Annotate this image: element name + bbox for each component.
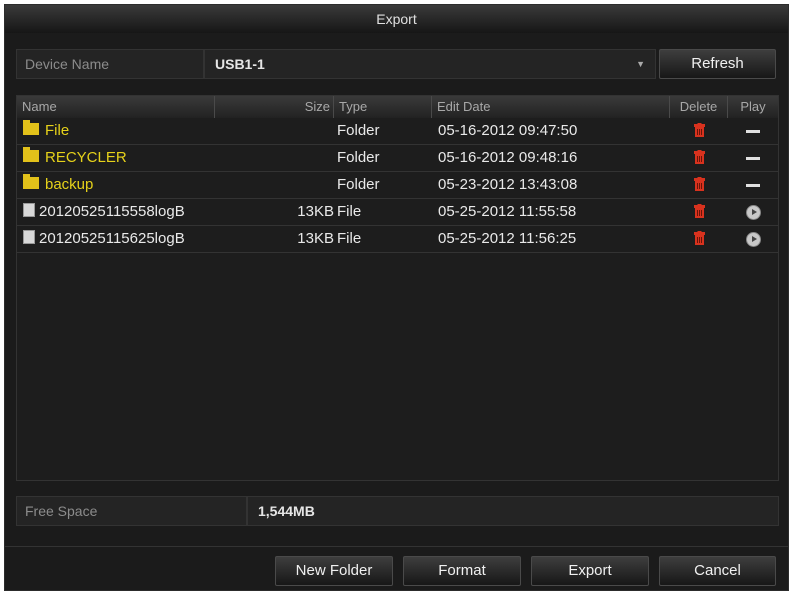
column-header-edit-date[interactable]: Edit Date xyxy=(432,96,670,118)
row-edit-date: 05-16-2012 09:48:16 xyxy=(438,149,578,166)
column-header-type[interactable]: Type xyxy=(334,96,432,118)
trash-icon[interactable] xyxy=(693,123,705,138)
dialog-title: Export xyxy=(5,5,788,33)
new-folder-button[interactable]: New Folder xyxy=(275,556,393,586)
table-row[interactable]: 20120525115558logB 13KB File 05-25-2012 11:… xyxy=(17,199,778,226)
row-delete[interactable] xyxy=(670,226,728,252)
row-size xyxy=(217,145,334,171)
row-edit-date: 05-16-2012 09:47:50 xyxy=(438,122,578,139)
trash-icon[interactable] xyxy=(693,150,705,165)
table-row[interactable]: RECYCLER Folder 05-16-2012 09:48:16 xyxy=(17,145,778,172)
cancel-button[interactable]: Cancel xyxy=(659,556,776,586)
no-play-dash xyxy=(746,183,760,187)
row-name-label: 20120525115625logB xyxy=(39,230,185,247)
table-header: Name Size Type Edit Date Delete Play xyxy=(17,96,778,118)
row-name-label: File xyxy=(45,122,70,139)
row-delete[interactable] xyxy=(670,118,728,144)
export-dialog: Export Device Name USB1-1 ▼ Refresh Name… xyxy=(4,4,789,591)
refresh-button[interactable]: Refresh xyxy=(659,49,776,79)
device-name-select[interactable]: USB1-1 ▼ xyxy=(204,49,656,79)
file-table: Name Size Type Edit Date Delete Play Fil… xyxy=(16,95,779,481)
device-name-label: Device Name xyxy=(16,49,204,79)
row-size xyxy=(217,118,334,144)
folder-icon xyxy=(23,120,39,136)
row-size: 13KB xyxy=(297,230,334,247)
row-size: 13KB xyxy=(297,203,334,220)
row-type: Folder xyxy=(337,122,380,139)
column-header-size[interactable]: Size xyxy=(215,96,334,118)
row-play[interactable] xyxy=(728,226,778,252)
row-play[interactable] xyxy=(728,199,778,225)
table-row[interactable]: 20120525115625logB 13KB File 05-25-2012 11:… xyxy=(17,226,778,253)
trash-icon[interactable] xyxy=(693,177,705,192)
row-delete[interactable] xyxy=(670,172,728,198)
row-name-label: RECYCLER xyxy=(45,149,127,166)
play-icon[interactable] xyxy=(745,231,761,247)
row-type: Folder xyxy=(337,176,380,193)
folder-icon xyxy=(23,147,39,163)
column-header-name[interactable]: Name xyxy=(17,96,215,118)
trash-icon[interactable] xyxy=(693,204,705,219)
row-size xyxy=(217,172,334,198)
folder-icon xyxy=(23,174,39,190)
table-row[interactable]: backup Folder 05-23-2012 13:43:08 xyxy=(17,172,778,199)
row-delete[interactable] xyxy=(670,145,728,171)
free-space-label: Free Space xyxy=(16,496,247,526)
column-header-play: Play xyxy=(740,99,766,114)
device-name-value: USB1-1 xyxy=(215,56,265,72)
row-type: Folder xyxy=(337,149,380,166)
divider xyxy=(5,546,788,547)
row-type: File xyxy=(337,230,362,247)
row-play xyxy=(728,145,778,171)
row-edit-date: 05-23-2012 13:43:08 xyxy=(438,176,578,193)
no-play-dash xyxy=(746,129,760,133)
row-type: File xyxy=(337,203,362,220)
play-icon[interactable] xyxy=(745,204,761,220)
trash-icon[interactable] xyxy=(693,231,705,246)
row-name-label: 20120525115558logB xyxy=(39,203,185,220)
export-button[interactable]: Export xyxy=(531,556,649,586)
row-edit-date: 05-25-2012 11:55:58 xyxy=(438,203,577,220)
file-icon xyxy=(23,203,35,218)
column-header-delete: Delete xyxy=(670,96,728,118)
row-play xyxy=(728,118,778,144)
file-icon xyxy=(23,230,35,245)
row-play xyxy=(728,172,778,198)
format-button[interactable]: Format xyxy=(403,556,521,586)
no-play-dash xyxy=(746,156,760,160)
table-row[interactable]: File Folder 05-16-2012 09:47:50 xyxy=(17,118,778,145)
row-delete[interactable] xyxy=(670,199,728,225)
row-edit-date: 05-25-2012 11:56:25 xyxy=(438,230,577,247)
row-name-label: backup xyxy=(45,176,94,193)
chevron-down-icon: ▼ xyxy=(636,59,645,69)
free-space-value: 1,544MB xyxy=(247,496,779,526)
free-space-row: Free Space 1,544MB xyxy=(16,496,779,526)
